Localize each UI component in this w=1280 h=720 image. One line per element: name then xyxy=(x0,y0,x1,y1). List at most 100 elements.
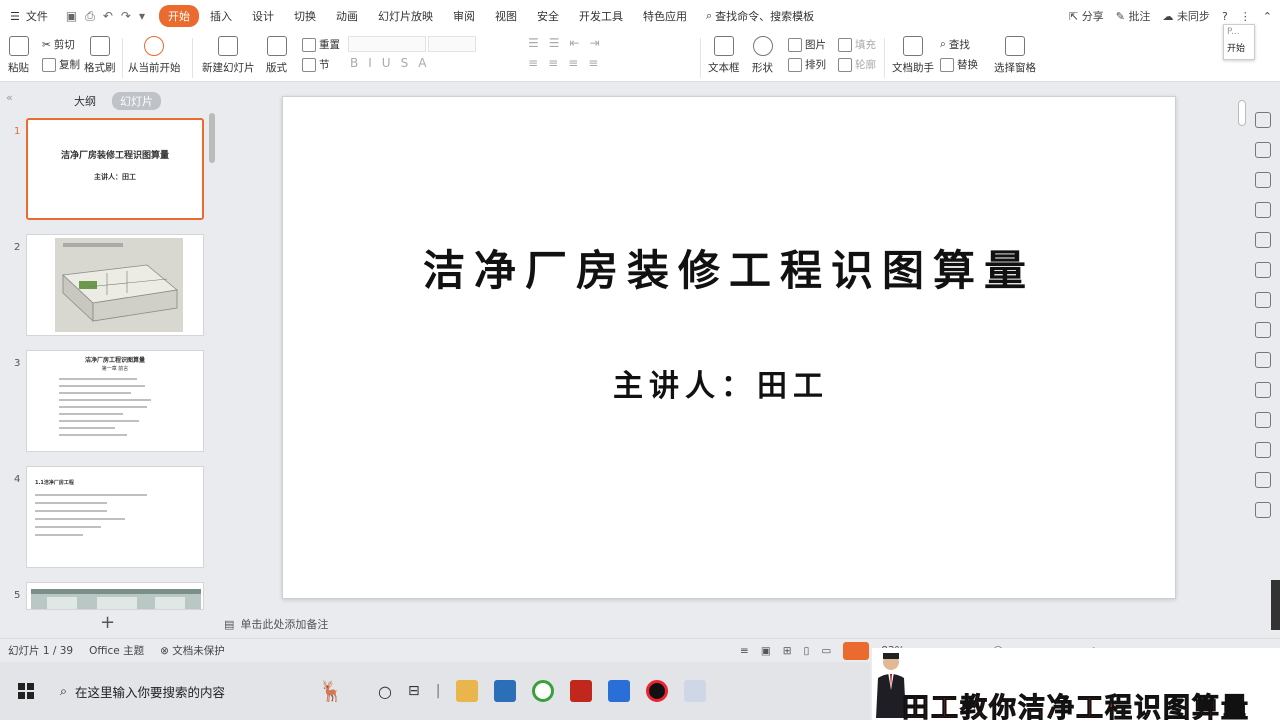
tab-slides[interactable]: 幻灯片 xyxy=(112,92,161,110)
notes-toggle-icon[interactable]: ≡ xyxy=(740,645,749,657)
align-right-icon[interactable]: ≡ xyxy=(568,56,578,70)
strikethrough-icon[interactable]: S xyxy=(401,56,409,70)
slide-subtitle[interactable]: 主讲人：田工 xyxy=(613,361,829,405)
notes-area[interactable]: ▤ 单击此处添加备注 xyxy=(224,616,328,632)
taskbar-search[interactable]: ⌕ 在这里输入你要搜索的内容 xyxy=(50,673,300,709)
customize-icon[interactable]: ▾ xyxy=(139,9,145,24)
reading-view-icon[interactable]: ▯ xyxy=(804,645,810,657)
tab-animations[interactable]: 动画 xyxy=(327,5,367,27)
redo-icon[interactable]: ↷ xyxy=(121,9,131,24)
comment-button[interactable]: ✎ 批注 xyxy=(1116,8,1151,24)
browser-icon[interactable] xyxy=(532,680,555,702)
start-button[interactable] xyxy=(6,671,46,711)
settings-icon[interactable] xyxy=(1255,292,1271,308)
share-button[interactable]: ⇱ 分享 xyxy=(1069,8,1104,24)
font-family-select[interactable] xyxy=(348,36,426,52)
tab-security[interactable]: 安全 xyxy=(528,5,568,27)
reset-button[interactable]: 重置 xyxy=(302,37,340,52)
drawing-app-icon[interactable] xyxy=(684,680,707,702)
grid-icon[interactable] xyxy=(1255,232,1271,248)
thumbnail-scrollbar[interactable] xyxy=(209,113,215,163)
slide-canvas[interactable]: 洁净厂房装修工程识图算量 主讲人：田工 xyxy=(282,96,1176,599)
normal-view-icon[interactable]: ▣ xyxy=(761,645,771,657)
slide-thumbnail-4[interactable]: 1.1洁净厂房工程 xyxy=(26,466,204,568)
tab-insert[interactable]: 插入 xyxy=(201,5,241,27)
replace-button[interactable]: 替换 xyxy=(940,57,978,72)
layout-button[interactable]: 版式 xyxy=(266,36,287,75)
cut-button[interactable]: ✂ 剪切 xyxy=(42,37,75,52)
shield-icon[interactable] xyxy=(1255,472,1271,488)
star-icon[interactable] xyxy=(1255,112,1271,128)
tab-slideshow[interactable]: 幻灯片放映 xyxy=(369,5,442,27)
font-color-icon[interactable]: A xyxy=(418,56,426,70)
task-view-icon[interactable]: ⊟ xyxy=(408,683,420,699)
more-icon[interactable]: ⋮ xyxy=(1240,10,1251,23)
outline-button[interactable]: 轮廓 xyxy=(838,57,876,72)
picture-button[interactable]: 图片 xyxy=(788,37,826,52)
shape-button[interactable]: 形状 xyxy=(752,36,773,75)
save-icon[interactable]: ▣ xyxy=(66,9,77,24)
undo-icon[interactable]: ↶ xyxy=(103,9,113,24)
add-slide-button[interactable]: + xyxy=(100,612,115,633)
tab-developer[interactable]: 开发工具 xyxy=(570,5,632,27)
table-icon[interactable] xyxy=(1255,382,1271,398)
fill-button[interactable]: 填充 xyxy=(838,37,876,52)
store-icon[interactable] xyxy=(494,680,517,702)
bold-icon[interactable]: B xyxy=(350,56,358,70)
align-left-icon[interactable]: ≡ xyxy=(528,56,538,70)
paste-button[interactable]: 粘贴 xyxy=(8,36,29,75)
font-size-select[interactable] xyxy=(428,36,476,52)
tab-transitions[interactable]: 切换 xyxy=(285,5,325,27)
underline-icon[interactable]: U xyxy=(382,56,391,70)
tab-review[interactable]: 审阅 xyxy=(444,5,484,27)
template-icon[interactable] xyxy=(1255,172,1271,188)
indent-icon[interactable]: ⇤ xyxy=(570,36,580,50)
numbered-list-icon[interactable]: ☰ xyxy=(549,36,560,50)
justify-icon[interactable]: ≡ xyxy=(588,56,598,70)
tab-outline[interactable]: 大纲 xyxy=(66,92,104,110)
play-slideshow-button[interactable] xyxy=(843,642,870,660)
doc-assistant-button[interactable]: 文档助手 xyxy=(892,36,934,75)
copy-style-icon[interactable] xyxy=(1255,142,1271,158)
tab-view[interactable]: 视图 xyxy=(486,5,526,27)
from-current-button[interactable]: 从当前开始 xyxy=(128,36,181,75)
collapse-pane-icon[interactable]: « xyxy=(6,91,13,104)
command-search[interactable]: ⌕ 查找命令、搜索模板 xyxy=(706,8,814,24)
window-scrollbar[interactable] xyxy=(1271,580,1280,630)
theme-name[interactable]: Office 主题 xyxy=(81,643,152,658)
collapse-ribbon-icon[interactable]: ⌃ xyxy=(1263,10,1272,23)
outdent-icon[interactable]: ⇥ xyxy=(590,36,600,50)
section-button[interactable]: 节 xyxy=(302,57,330,72)
new-slide-button[interactable]: 新建幻灯片 xyxy=(202,36,255,75)
export-icon[interactable] xyxy=(1255,352,1271,368)
fill-color-icon[interactable] xyxy=(1255,202,1271,218)
bullet-list-icon[interactable]: ☰ xyxy=(528,36,539,50)
tab-home[interactable]: 开始 xyxy=(158,5,199,27)
slide-thumbnail-5[interactable] xyxy=(26,582,204,610)
gallery-icon[interactable] xyxy=(1255,322,1271,338)
find-button[interactable]: ⌕ 查找 xyxy=(940,37,970,52)
arrange-button[interactable]: 排列 xyxy=(788,57,826,72)
file-explorer-icon[interactable] xyxy=(456,680,479,702)
slide-thumbnail-1[interactable]: 洁净厂房装修工程识图算量 主讲人：田工 xyxy=(26,118,204,220)
selection-pane-button[interactable]: 选择窗格 xyxy=(994,36,1036,75)
cortana-icon[interactable]: ○ xyxy=(378,682,392,701)
format-painter-button[interactable]: 格式刷 xyxy=(84,36,116,75)
copy-button[interactable]: 复制 xyxy=(42,57,80,72)
start-popup[interactable]: P... 开始 xyxy=(1223,24,1255,60)
slide-thumbnail-3[interactable]: 洁净厂房工程识图算量 第一章 前言 xyxy=(26,350,204,452)
align-center-icon[interactable]: ≡ xyxy=(548,56,558,70)
slide-scrollbar[interactable] xyxy=(1238,100,1246,126)
sync-button[interactable]: ☁ 未同步 xyxy=(1162,8,1210,24)
more-tools-icon[interactable] xyxy=(1255,502,1271,518)
tab-special[interactable]: 特色应用 xyxy=(634,5,696,27)
autocad-icon[interactable] xyxy=(570,680,593,702)
wps-icon[interactable] xyxy=(608,680,631,702)
textbox-button[interactable]: 文本框 xyxy=(708,36,740,75)
image-icon[interactable] xyxy=(1255,412,1271,428)
file-menu[interactable]: ☰ 文件 xyxy=(0,8,58,24)
tab-design[interactable]: 设计 xyxy=(243,5,283,27)
protection-status[interactable]: ⊗ 文档未保护 xyxy=(152,643,233,658)
slide-title[interactable]: 洁净厂房装修工程识图算量 xyxy=(283,237,1175,298)
fullscreen-icon[interactable]: ▭ xyxy=(821,645,831,657)
